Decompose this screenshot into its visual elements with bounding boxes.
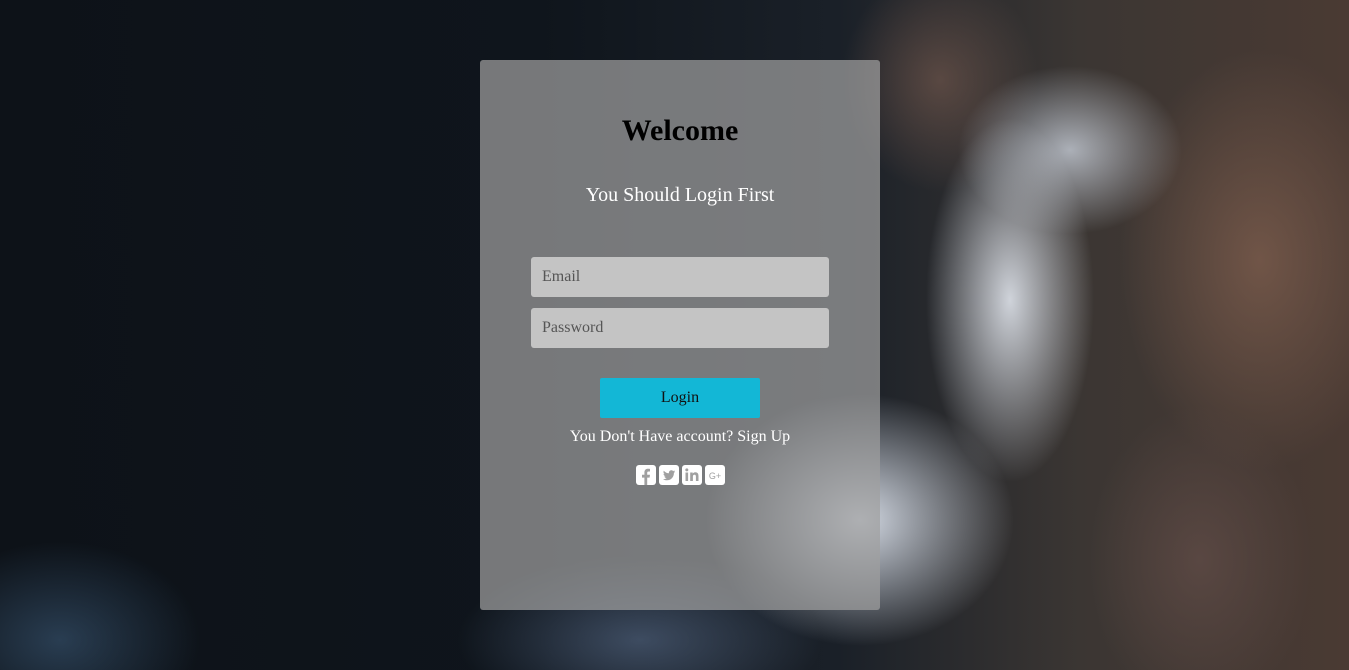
- login-card: Welcome You Should Login First Login You…: [480, 60, 880, 610]
- signup-link[interactable]: Sign Up: [737, 428, 790, 445]
- login-subtitle: You Should Login First: [585, 184, 775, 206]
- page-title: Welcome: [621, 114, 739, 147]
- email-field[interactable]: [531, 257, 829, 297]
- login-button[interactable]: Login: [600, 378, 760, 418]
- linkedin-icon[interactable]: [681, 465, 702, 485]
- password-field[interactable]: [531, 308, 829, 348]
- signup-prompt: You Don't Have account?: [569, 428, 738, 445]
- signup-line: You Don't Have account? Sign Up: [480, 428, 880, 446]
- social-icons: G+: [480, 465, 880, 485]
- facebook-icon[interactable]: [635, 465, 656, 485]
- google-plus-icon[interactable]: G+: [704, 465, 725, 485]
- svg-text:G+: G+: [708, 471, 720, 481]
- twitter-icon[interactable]: [658, 465, 679, 485]
